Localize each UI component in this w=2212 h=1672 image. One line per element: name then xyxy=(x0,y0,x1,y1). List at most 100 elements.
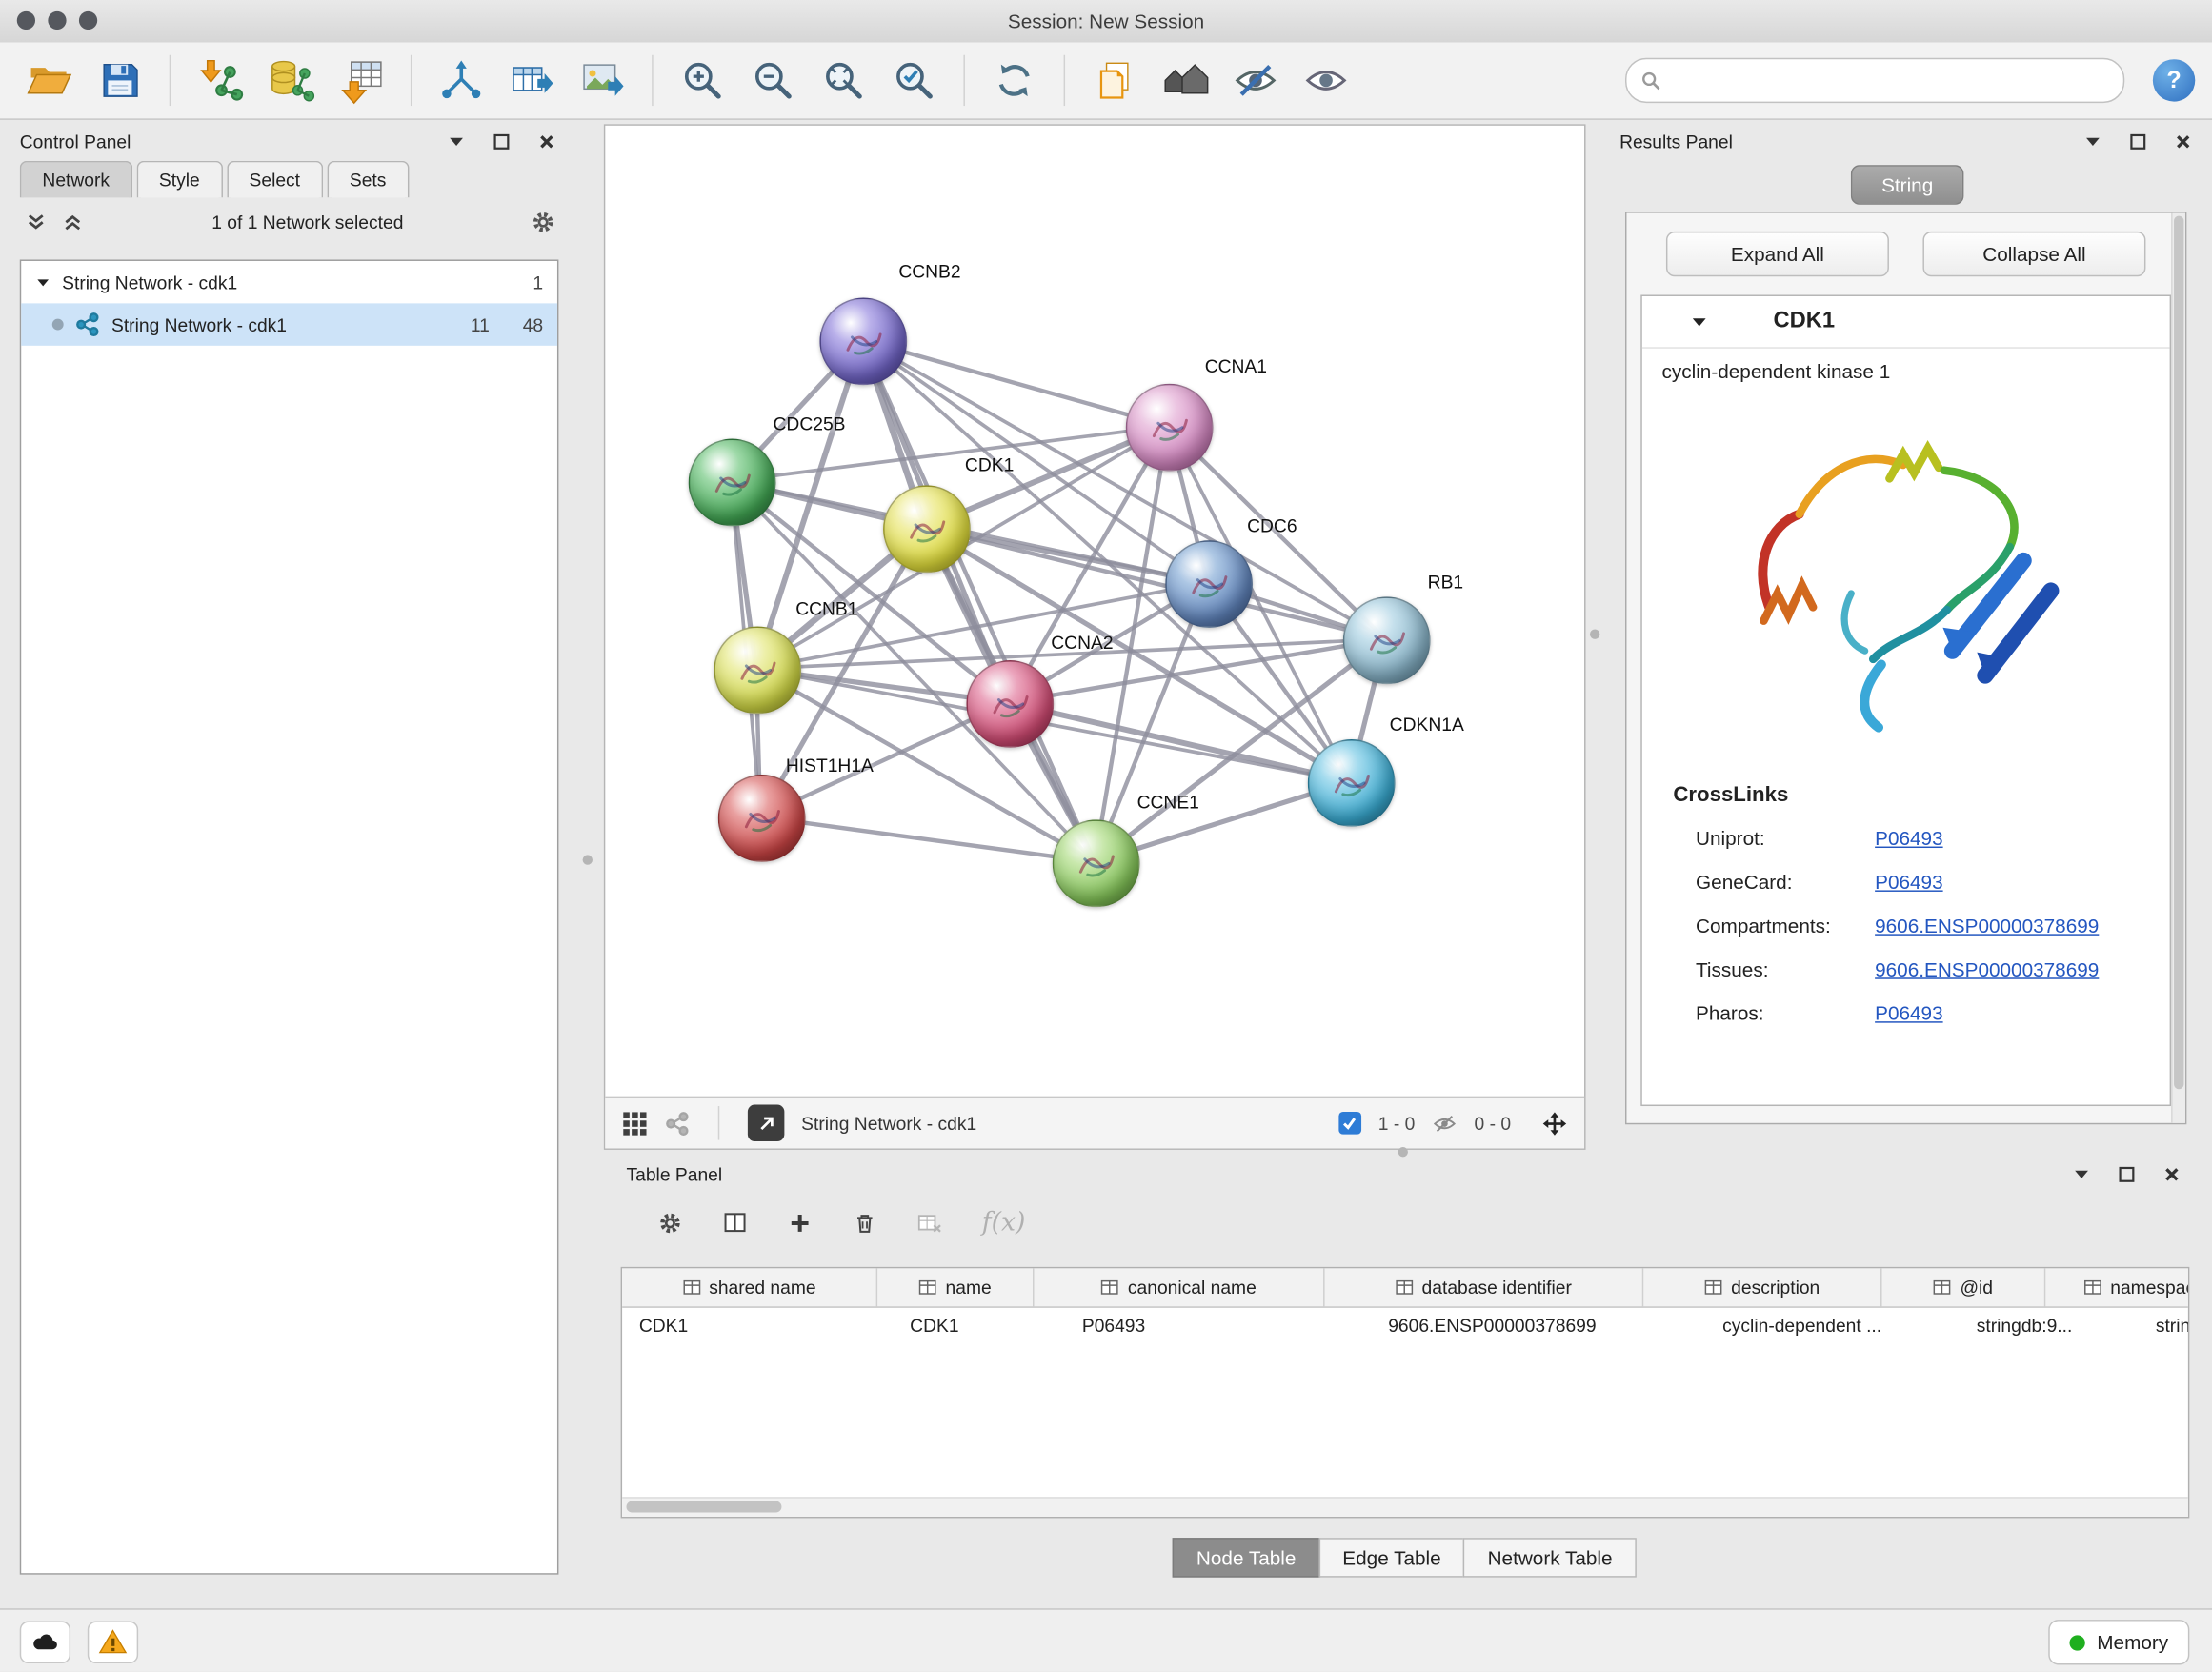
import-network-from-database-button[interactable] xyxy=(258,48,323,112)
import-table-button[interactable] xyxy=(329,48,393,112)
column-header-database-identifier[interactable]: database identifier xyxy=(1325,1268,1644,1306)
network-node-cdc6[interactable] xyxy=(1165,540,1253,628)
bottom-splitter-handle[interactable] xyxy=(1398,1147,1408,1157)
column-header-name[interactable]: name xyxy=(877,1268,1034,1306)
tab-style[interactable]: Style xyxy=(136,161,222,198)
network-node-ccna1[interactable] xyxy=(1126,384,1214,472)
hidden-eye-icon[interactable] xyxy=(1432,1110,1458,1136)
panel-menu-caret-icon[interactable] xyxy=(2080,129,2105,154)
memory-button[interactable]: Memory xyxy=(2049,1620,2189,1664)
tab-network-table[interactable]: Network Table xyxy=(1463,1538,1636,1577)
import-network-from-file-button[interactable] xyxy=(188,48,252,112)
minimize-window-button[interactable] xyxy=(48,11,66,30)
column-header-@id[interactable]: @id xyxy=(1882,1268,2046,1306)
expand-all-icon[interactable] xyxy=(59,209,85,234)
close-panel-icon[interactable] xyxy=(2159,1161,2184,1187)
window-controls[interactable] xyxy=(17,11,97,30)
save-session-button[interactable] xyxy=(88,48,152,112)
scrollbar-thumb[interactable] xyxy=(627,1501,782,1513)
tab-string[interactable]: String xyxy=(1851,165,1963,204)
float-panel-icon[interactable] xyxy=(2113,1161,2139,1187)
gear-icon[interactable] xyxy=(657,1210,683,1236)
column-header-description[interactable]: description xyxy=(1643,1268,1881,1306)
grid-view-icon[interactable] xyxy=(622,1110,648,1136)
crosslink-tissues-link[interactable]: 9606.ENSP00000378699 xyxy=(1875,957,2099,980)
create-column-icon[interactable] xyxy=(787,1210,813,1236)
selected-checkbox[interactable] xyxy=(1338,1112,1361,1135)
search-box[interactable] xyxy=(1625,58,2124,103)
close-panel-icon[interactable] xyxy=(533,129,559,154)
network-node-cdk1[interactable] xyxy=(883,485,971,573)
apply-layout-button[interactable] xyxy=(982,48,1047,112)
right-splitter-handle[interactable] xyxy=(1590,629,1599,638)
collapse-all-icon[interactable] xyxy=(23,209,49,234)
tab-sets[interactable]: Sets xyxy=(327,161,409,198)
hide-details-button[interactable] xyxy=(1223,48,1288,112)
column-header-canonical-name[interactable]: canonical name xyxy=(1034,1268,1324,1306)
search-input[interactable] xyxy=(1669,69,2109,92)
network-edge[interactable] xyxy=(760,816,1095,861)
collection-count: 1 xyxy=(501,272,543,292)
collapse-all-button[interactable]: Collapse All xyxy=(1922,232,2145,276)
delete-column-icon[interactable] xyxy=(852,1210,877,1236)
export-image-button[interactable] xyxy=(570,48,634,112)
control-panel-title: Control Panel xyxy=(20,131,131,151)
float-panel-icon[interactable] xyxy=(2124,129,2150,154)
detach-view-button[interactable] xyxy=(748,1105,785,1142)
panel-menu-caret-icon[interactable] xyxy=(2068,1161,2094,1187)
crosslink-uniprot-link[interactable]: P06493 xyxy=(1875,826,1942,849)
gear-icon[interactable] xyxy=(531,209,556,234)
network-edge[interactable] xyxy=(862,340,1095,862)
network-row[interactable]: String Network - cdk1 11 48 xyxy=(21,303,557,345)
network-collection-row[interactable]: String Network - cdk1 1 xyxy=(21,261,557,303)
network-node-cdkn1a[interactable] xyxy=(1308,739,1396,827)
homes-button[interactable] xyxy=(1153,48,1217,112)
zoom-in-button[interactable] xyxy=(670,48,734,112)
tab-node-table[interactable]: Node Table xyxy=(1173,1538,1320,1577)
tab-network[interactable]: Network xyxy=(20,161,132,198)
cloud-button[interactable] xyxy=(20,1622,70,1663)
table-cell: 9606.ENSP00000378699 xyxy=(1371,1308,1705,1346)
help-button[interactable]: ? xyxy=(2153,59,2195,101)
duplicate-page-button[interactable] xyxy=(1082,48,1147,112)
gene-section-header[interactable]: CDK1 xyxy=(1642,296,2170,349)
first-neighbors-button[interactable] xyxy=(429,48,493,112)
network-node-ccnb1[interactable] xyxy=(714,627,801,715)
tab-select[interactable]: Select xyxy=(227,161,323,198)
zoom-fit-button[interactable] xyxy=(812,48,876,112)
maximize-window-button[interactable] xyxy=(79,11,97,30)
close-window-button[interactable] xyxy=(17,11,35,30)
network-node-hist1h1a[interactable] xyxy=(718,775,806,862)
birds-eye-view-icon[interactable] xyxy=(665,1110,691,1136)
network-node-ccne1[interactable] xyxy=(1053,819,1140,907)
expand-all-button[interactable]: Expand All xyxy=(1666,232,1889,276)
tab-edge-table[interactable]: Edge Table xyxy=(1318,1538,1465,1577)
table-horizontal-scrollbar[interactable] xyxy=(622,1497,2188,1517)
network-node-rb1[interactable] xyxy=(1343,596,1431,684)
external-arrow-icon xyxy=(757,1114,775,1132)
pan-crosshair-icon[interactable] xyxy=(1542,1110,1568,1136)
left-splitter-handle[interactable] xyxy=(583,855,593,864)
crosslink-pharos-link[interactable]: P06493 xyxy=(1875,1001,1942,1024)
open-session-button[interactable] xyxy=(17,48,82,112)
column-header-shared-name[interactable]: shared name xyxy=(622,1268,877,1306)
float-panel-icon[interactable] xyxy=(488,129,513,154)
show-details-button[interactable] xyxy=(1294,48,1358,112)
warnings-button[interactable] xyxy=(88,1622,138,1663)
results-scrollbar[interactable] xyxy=(2171,213,2185,1123)
crosslink-genecard-link[interactable]: P06493 xyxy=(1875,870,1942,893)
network-node-cdc25b[interactable] xyxy=(689,439,776,527)
panel-menu-caret-icon[interactable] xyxy=(443,129,469,154)
zoom-out-button[interactable] xyxy=(740,48,805,112)
new-network-from-table-button[interactable] xyxy=(499,48,564,112)
close-panel-icon[interactable] xyxy=(2170,129,2196,154)
crosslink-compartments-link[interactable]: 9606.ENSP00000378699 xyxy=(1875,914,2099,937)
show-columns-icon[interactable] xyxy=(722,1210,748,1236)
network-node-ccnb2[interactable] xyxy=(819,297,907,385)
table-row[interactable]: CDK1CDK1P064939606.ENSP00000378699cyclin… xyxy=(622,1308,2189,1346)
network-canvas[interactable]: CCNB2CCNA1CDC25BCDK1CDC6RB1CCNB1CCNA2CDK… xyxy=(605,126,1584,1098)
zoom-selected-button[interactable] xyxy=(882,48,947,112)
network-edge[interactable] xyxy=(1009,702,1350,781)
network-node-ccna2[interactable] xyxy=(966,660,1054,748)
column-header-namespace[interactable]: namespace xyxy=(2045,1268,2189,1306)
